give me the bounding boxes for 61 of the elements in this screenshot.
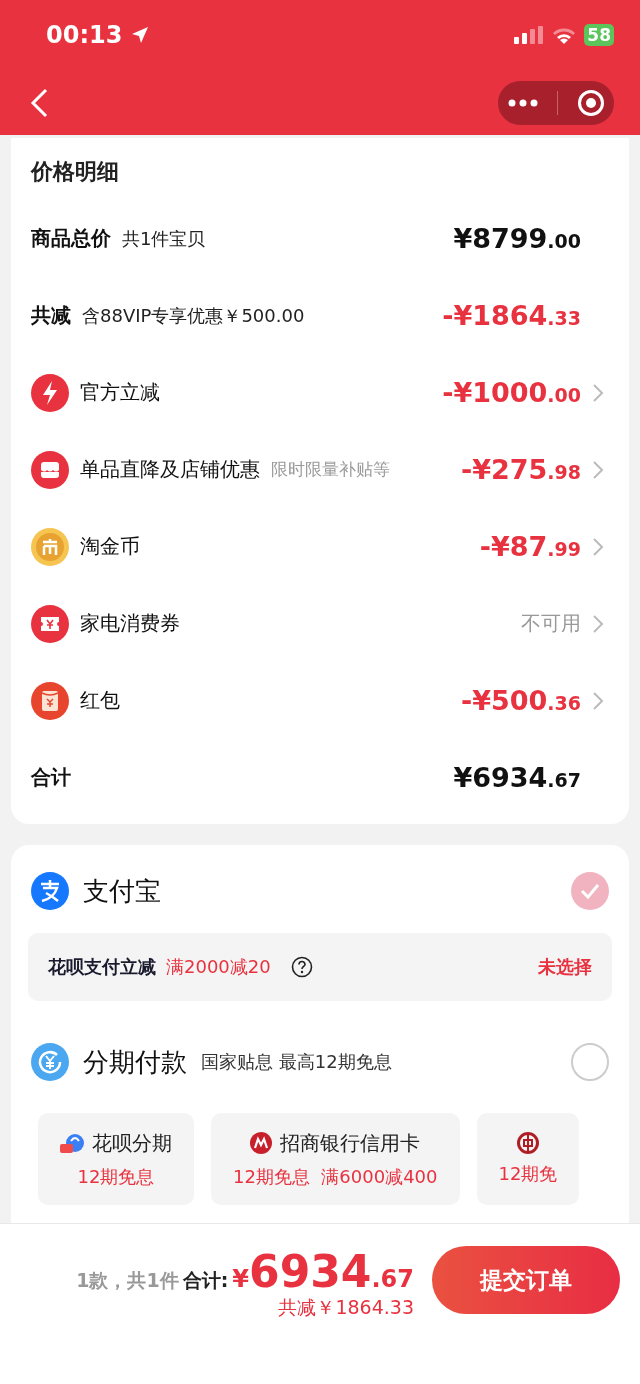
wifi-icon [552,26,577,44]
back-icon[interactable] [30,87,48,118]
signal-icon [514,26,545,44]
price-amount: -¥1864.33 [442,300,581,331]
price-amount: ¥6934.67 [453,762,581,793]
bank-logo-icon [250,1132,273,1154]
price-amount: -¥87.99 [479,531,581,562]
payment-method-label: 支付宝 [83,874,161,908]
battery-indicator: 58 [584,24,614,46]
price-note: 限时限量补贴等 [271,458,390,481]
price-label: 商品总价 [31,225,111,252]
submit-order-button[interactable]: 提交订单 [432,1246,620,1314]
installment-icon [31,1043,69,1081]
installment-option[interactable]: 12期免 [476,1113,580,1205]
total-label: 合计: [182,1268,229,1293]
total-amount: ¥6934.67 [232,1246,414,1297]
price-note: 含88VIP专享优惠￥500.00 [82,303,305,328]
checkmark-icon [580,883,600,899]
ticket-icon [31,604,69,643]
option-offer: 12期免 [498,1162,558,1186]
location-arrow-icon [130,25,151,45]
alipay-icon [31,872,69,910]
promo-label: 花呗支付立减 [48,955,156,979]
installment-option[interactable]: 招商银行信用卡 12期免息 满6000减400 [211,1113,460,1205]
promo-action-link[interactable]: 未选择 [538,955,592,979]
shop-icon [31,450,69,489]
price-label: 单品直降及店铺优惠 [80,456,260,483]
bolt-icon [31,373,69,412]
price-label: 淘金币 [80,533,140,560]
status-text: 不可用 [521,610,581,637]
option-offer: 12期免息 [77,1164,155,1189]
status-time: 00:13 [46,21,123,49]
envelope-icon [31,681,69,720]
more-icon[interactable] [507,98,538,107]
option-offer: 12期免息 满6000减400 [233,1164,438,1189]
huabei-icon [60,1132,84,1154]
coin-icon [31,527,69,566]
payment-note: 国家贴息 最高12期免息 [201,1050,392,1074]
price-label: 合计 [31,764,71,791]
price-label: 家电消费券 [80,610,180,637]
installment-option[interactable]: 花呗分期 12期免息 [38,1113,194,1205]
price-amount: ¥8799.00 [453,223,581,254]
promo-offer: 满2000减20 [166,955,271,979]
option-title: 花呗分期 [92,1129,172,1157]
price-amount: -¥275.98 [460,454,581,485]
close-target-icon[interactable] [576,88,605,117]
section-title: 价格明细 [29,158,120,186]
radio-button[interactable] [571,1043,609,1081]
price-label: 官方立减 [80,379,160,406]
price-note: 共1件宝贝 [122,226,206,251]
price-label: 共减 [31,302,71,329]
price-label: 红包 [80,687,120,714]
item-count: 1款，共1件 [76,1268,179,1293]
saved-amount: 共减￥1864.33 [278,1295,414,1320]
bank-logo-icon [516,1132,539,1154]
price-amount: -¥1000.00 [442,377,581,408]
payment-method-label: 分期付款 [83,1045,187,1079]
help-icon[interactable] [290,956,313,978]
checked-radio[interactable] [571,872,609,910]
option-title: 招商银行信用卡 [280,1129,421,1157]
price-amount: -¥500.36 [460,685,581,716]
